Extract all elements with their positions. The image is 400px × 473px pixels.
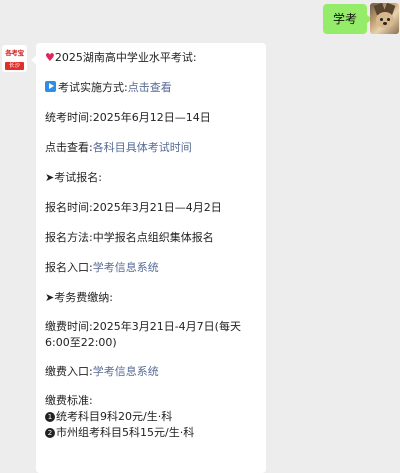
schedule-label: 点击查看:: [45, 141, 93, 154]
mode-link[interactable]: 点击查看: [128, 81, 172, 94]
fee-time-line: 缴费时间:2025年3月21日-4月7日(每天6:00至22:00): [45, 319, 258, 351]
unified-time-label: 统考时间:: [45, 111, 93, 124]
fee-standard-label: 缴费标准:: [45, 394, 93, 407]
user-avatar[interactable]: [370, 3, 399, 34]
fee-entry-label: 缴费入口:: [45, 365, 93, 378]
schedule-link[interactable]: 各科目具体考试时间: [93, 141, 192, 154]
avatar-eye: [380, 18, 383, 21]
signup-heading: 考试报名:: [54, 171, 102, 184]
fee-entry-link[interactable]: 学考信息系统: [93, 365, 159, 378]
fee-item-text: 统考科目9科20元/生·科: [56, 410, 173, 423]
fee-entry-line: 缴费入口:学考信息系统: [45, 363, 258, 381]
signup-method-line: 报名方法:中学报名点组织集体报名: [45, 229, 258, 247]
user-message-row: 学考: [0, 3, 400, 37]
signup-method-value: 中学报名点组织集体报名: [92, 231, 214, 244]
fee-heading: 考务费缴纳:: [54, 291, 113, 304]
bot-message-bubble: ♥2025湖南高中学业水平考试: 考试实施方式:点击查看 统考时间:2025年6…: [31, 43, 266, 473]
signup-entry-label: 报名入口:: [45, 261, 93, 274]
fee-standard-block: 缴费标准: 1 统考科目9科20元/生·科 2 市州组考科目5科15元/生·科: [45, 393, 258, 441]
signup-time-value: 2025年3月21日—4月2日: [92, 201, 222, 214]
mode-line: 考试实施方式:点击查看: [45, 79, 258, 97]
message-title-line: ♥2025湖南高中学业水平考试:: [45, 49, 258, 67]
fee-item: 2 市州组考科目5科15元/生·科: [45, 425, 258, 441]
arrow-icon: ➤: [45, 171, 55, 184]
message-title: 2025湖南高中学业水平考试:: [54, 51, 197, 64]
number-two-icon: 2: [45, 428, 55, 438]
avatar-face: [376, 12, 394, 28]
signup-time-line: 报名时间:2025年3月21日—4月2日: [45, 199, 258, 217]
bot-avatar-brand: 各考宝: [5, 49, 24, 57]
avatar-eye: [387, 18, 390, 21]
arrow-icon: ➤: [45, 291, 55, 304]
avatar-nose: [383, 22, 387, 25]
heart-icon: ♥: [45, 51, 55, 64]
unified-time-line: 统考时间:2025年6月12日—14日: [45, 109, 258, 127]
fee-item-text: 市州组考科目5科15元/生·科: [56, 426, 195, 439]
mode-label: 考试实施方式:: [58, 81, 128, 94]
signup-heading-line: ➤考试报名:: [45, 169, 258, 187]
schedule-line: 点击查看:各科目具体考试时间: [45, 139, 258, 157]
signup-entry-line: 报名入口:学考信息系统: [45, 259, 258, 277]
user-message-bubble[interactable]: 学考: [322, 4, 373, 34]
fee-item: 1 统考科目9科20元/生·科: [45, 409, 258, 425]
signup-entry-link[interactable]: 学考信息系统: [93, 261, 159, 274]
signup-method-label: 报名方法:: [45, 231, 93, 244]
fee-heading-line: ➤考务费缴纳:: [45, 289, 258, 307]
fee-time-label: 缴费时间:: [45, 320, 93, 333]
signup-time-label: 报名时间:: [45, 201, 93, 214]
bot-avatar-city: 长沙: [5, 62, 24, 70]
number-one-icon: 1: [45, 412, 55, 422]
bot-avatar[interactable]: 各考宝 长沙: [2, 45, 27, 72]
play-icon: [45, 81, 56, 92]
unified-time-value: 2025年6月12日—14日: [92, 111, 211, 124]
